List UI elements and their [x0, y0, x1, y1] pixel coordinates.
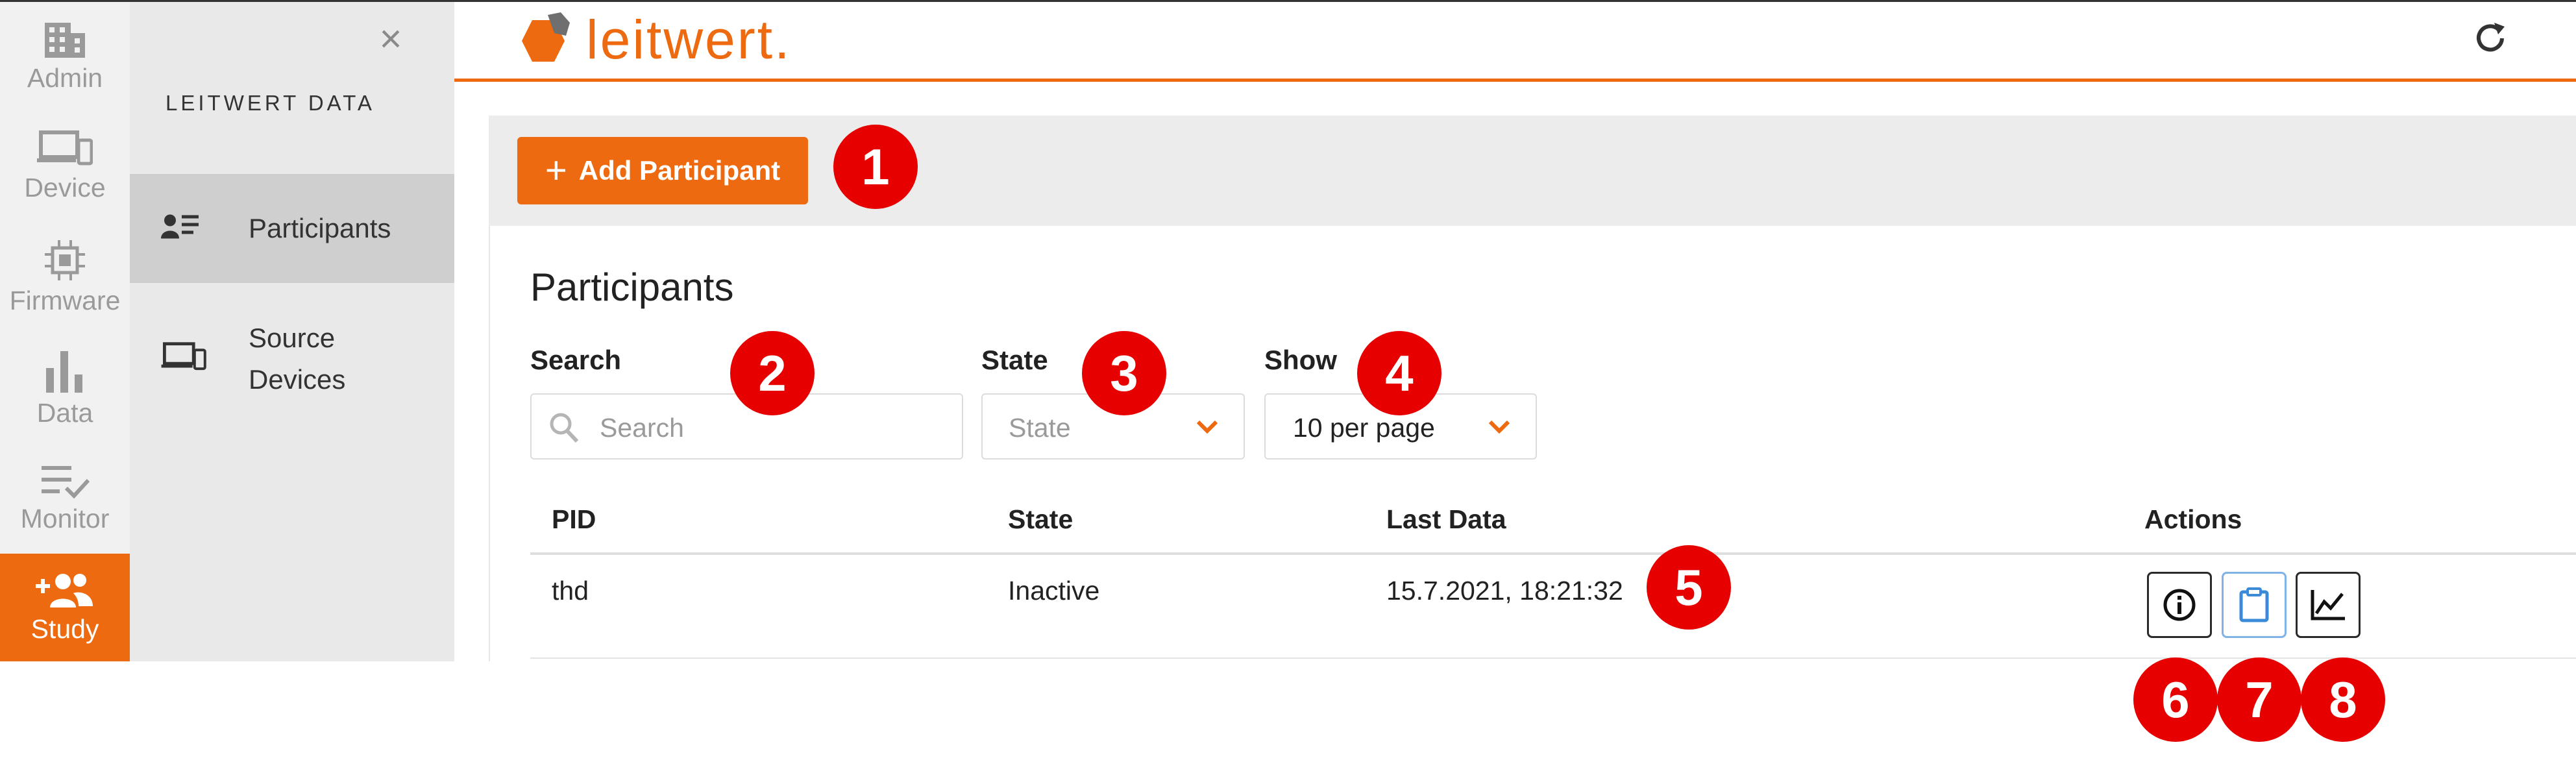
building-icon [45, 22, 85, 58]
info-icon [2163, 589, 2196, 621]
chevron-down-icon [1196, 420, 1218, 434]
logo-icon [522, 12, 570, 62]
rail-label: Device [24, 172, 106, 202]
plus-icon: + [545, 149, 567, 191]
icon-rail: Admin Device Firmware Data Monitor Study [0, 2, 130, 661]
add-participant-button[interactable]: + Add Participant [517, 137, 808, 204]
state-label: State [981, 345, 1048, 375]
rail-label: Admin [27, 62, 103, 93]
menu-item-label: Participants [249, 213, 391, 243]
callout-badge: 6 [2133, 657, 2218, 742]
people-add-icon [36, 573, 93, 607]
bar-chart-icon [46, 350, 82, 393]
line-chart-icon [2311, 590, 2345, 620]
side-menu: × LEITWERT DATA Participants Source Devic… [130, 2, 454, 661]
clipboard-icon [2239, 587, 2269, 622]
cell-state: Inactive [1008, 576, 1100, 606]
callout-badge: 1 [833, 125, 918, 209]
chip-icon [45, 239, 85, 280]
rail-label: Study [31, 613, 99, 644]
add-participant-label: Add Participant [578, 155, 781, 186]
devices-icon [37, 130, 93, 165]
cell-last-data: 15.7.2021, 18:21:32 [1386, 576, 1623, 606]
callout-badge: 4 [1357, 331, 1441, 415]
cell-pid: thd [552, 576, 589, 606]
info-button[interactable] [2147, 572, 2212, 638]
rail-item-admin[interactable]: Admin [0, 2, 130, 111]
callout-badge: 2 [730, 331, 815, 415]
devices-icon [161, 342, 206, 376]
search-icon [550, 413, 579, 443]
rail-item-data[interactable]: Data [0, 333, 130, 443]
chart-button[interactable] [2296, 572, 2361, 638]
participant-list-icon [161, 213, 200, 245]
callout-badge: 7 [2217, 657, 2301, 742]
logo-text: leitwert. [586, 9, 792, 70]
column-header-state[interactable]: State [1008, 504, 1073, 535]
page-title: Participants [530, 265, 734, 309]
column-header-actions: Actions [2144, 504, 2242, 534]
rail-label: Data [36, 397, 93, 428]
close-icon[interactable]: × [374, 19, 407, 58]
rail-label: Firmware [9, 285, 121, 315]
chevron-down-icon [1488, 420, 1510, 434]
callout-badge: 3 [1082, 331, 1166, 415]
rail-item-device[interactable]: Device [0, 111, 130, 221]
header-divider [530, 552, 2576, 555]
column-header-pid[interactable]: PID [552, 504, 596, 535]
rail-label: Monitor [20, 503, 110, 534]
page-size-value: 10 per page [1293, 413, 1435, 443]
app-window: Admin Device Firmware Data Monitor Study… [0, 0, 2576, 661]
callout-badge: 8 [2301, 657, 2385, 742]
show-label: Show [1264, 345, 1337, 375]
menu-item-participants[interactable]: Participants [130, 174, 454, 283]
checklist-icon [42, 465, 90, 498]
menu-title: LEITWERT DATA [166, 91, 375, 115]
menu-item-label: Source Devices [249, 323, 346, 395]
rail-item-firmware[interactable]: Firmware [0, 221, 130, 333]
menu-item-source-devices[interactable]: Source Devices [130, 297, 454, 421]
state-placeholder: State [1009, 413, 1071, 443]
rail-item-study[interactable]: Study [0, 554, 130, 661]
clipboard-button[interactable] [2222, 572, 2287, 638]
search-label: Search [530, 345, 622, 375]
refresh-icon[interactable] [2472, 20, 2509, 60]
callout-badge: 5 [1647, 545, 1731, 630]
rail-item-monitor[interactable]: Monitor [0, 443, 130, 554]
search-placeholder: Search [600, 413, 684, 443]
column-header-last-data[interactable]: Last Data [1386, 504, 1506, 535]
top-bar: leitwert. [454, 2, 2576, 82]
